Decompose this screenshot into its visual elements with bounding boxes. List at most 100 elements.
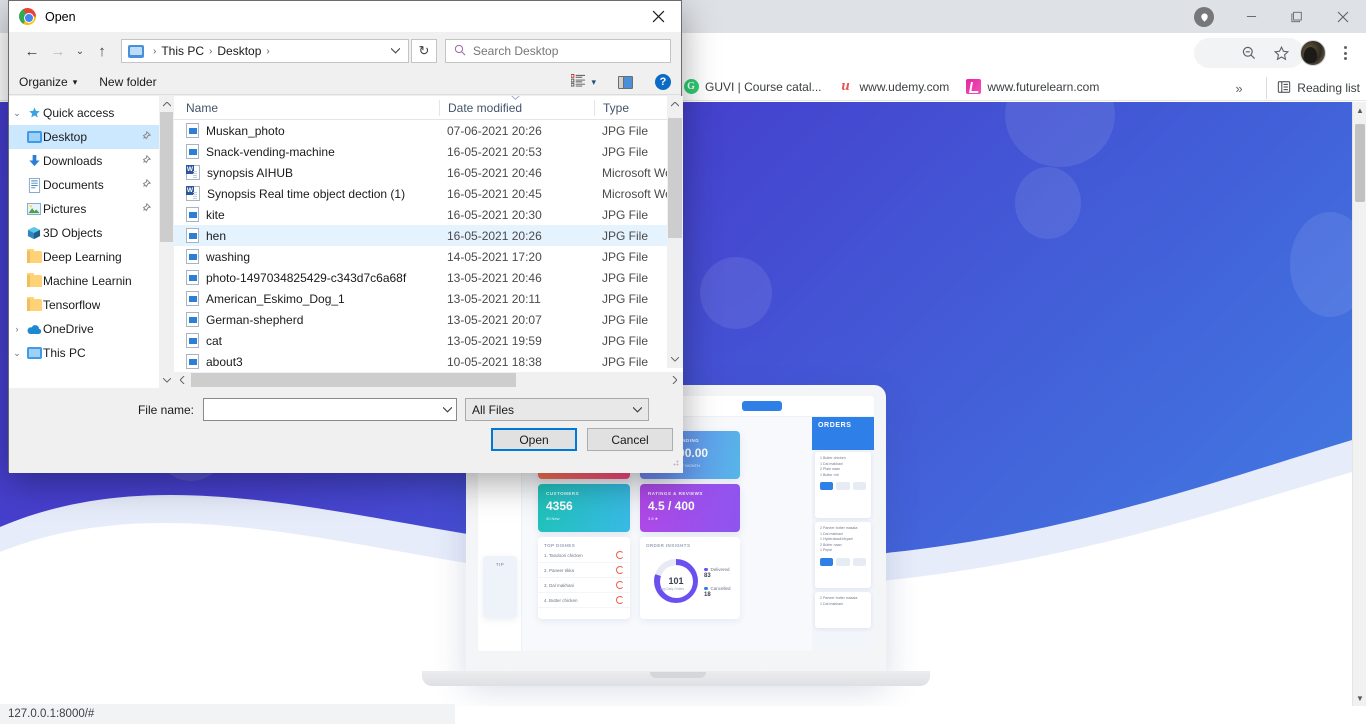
sidebar-item-3d-objects[interactable]: 3D Objects (9, 221, 159, 245)
bookmark-udemy[interactable]: u www.udemy.com (830, 75, 958, 99)
chevron-down-icon[interactable]: ⌄ (9, 348, 25, 359)
bookmarks-overflow-icon[interactable]: » (1228, 77, 1250, 99)
file-type-filter-select[interactable]: All Files (465, 398, 649, 421)
scroll-down-icon[interactable]: ▼ (1353, 690, 1366, 706)
page-vertical-scrollbar[interactable]: ▲ ▼ (1352, 102, 1366, 706)
order-card: 2 Paneer butter masala 1 Dal makhani (815, 592, 871, 628)
udemy-icon: u (838, 79, 854, 95)
breadcrumb-desktop[interactable]: Desktop (217, 44, 261, 58)
tip-label: TIP (495, 562, 505, 567)
open-button[interactable]: Open (491, 428, 577, 451)
sidebar-item-tensorflow[interactable]: Tensorflow (9, 293, 159, 317)
card-sub: 30 New (546, 516, 560, 521)
up-one-level-icon[interactable]: ↑ (89, 38, 115, 64)
close-icon[interactable] (1320, 0, 1366, 33)
file-name-cell: German-shepherd (174, 312, 439, 327)
scrollbar-thumb[interactable] (1355, 124, 1365, 202)
word-document-icon (186, 165, 200, 180)
scroll-down-icon[interactable] (667, 351, 683, 368)
view-options-button[interactable]: ▾ (571, 74, 596, 90)
back-icon[interactable]: ← (19, 38, 45, 64)
column-header-date-modified[interactable]: Date modified (439, 96, 594, 116)
preview-pane-icon[interactable] (618, 75, 633, 89)
pin-icon[interactable] (141, 202, 152, 216)
bookmark-futurelearn[interactable]: www.futurelearn.com (957, 75, 1107, 99)
sidebar-item-onedrive[interactable]: › OneDrive (9, 317, 159, 341)
table-row[interactable]: synopsis AIHUB16-05-2021 20:46Microsoft … (174, 162, 683, 183)
scrollbar-thumb[interactable] (191, 373, 516, 387)
pin-icon[interactable] (141, 178, 152, 192)
table-row[interactable]: Muskan_photo 07-06-2021 20:26 JPG File (174, 120, 683, 141)
table-row[interactable]: hen 16-05-2021 20:26 JPG File (174, 225, 683, 246)
sidebar-item-desktop[interactable]: Desktop (9, 125, 159, 149)
table-row[interactable]: photo-1497034825429-c343d7c6a68f 13-05-20… (174, 267, 683, 288)
file-list-horizontal-scrollbar[interactable] (174, 372, 683, 388)
sidebar-item-label: Documents (43, 178, 104, 192)
zoom-out-icon[interactable] (1234, 38, 1264, 68)
column-header-name[interactable]: Name (174, 101, 439, 115)
scroll-up-icon[interactable] (667, 96, 683, 113)
new-folder-button[interactable]: New folder (99, 75, 156, 89)
sidebar-item-machine-learning[interactable]: Machine Learnin (9, 269, 159, 293)
sidebar-item-deep-learning[interactable]: Deep Learning (9, 245, 159, 269)
chevron-down-icon[interactable] (442, 405, 453, 415)
profile-avatar[interactable] (1298, 38, 1328, 68)
table-row[interactable]: Snack-vending-machine 16-05-2021 20:53 JPG… (174, 141, 683, 162)
reading-list-button[interactable]: Reading list (1266, 77, 1360, 99)
scroll-left-icon[interactable] (174, 372, 191, 388)
sidebar-item-downloads[interactable]: Downloads (9, 149, 159, 173)
chevron-right-icon[interactable]: › (9, 324, 25, 334)
breadcrumb-this-pc[interactable]: This PC (161, 44, 204, 58)
scroll-up-icon[interactable]: ▲ (1353, 102, 1366, 118)
address-dropdown-icon[interactable] (390, 46, 404, 56)
help-icon[interactable]: ? (655, 74, 671, 90)
table-row[interactable]: American_Eskimo_Dog_1 13-05-2021 20:11 JPG… (174, 288, 683, 309)
chevron-down-icon[interactable] (632, 405, 643, 415)
monitor-icon (25, 131, 43, 143)
cancel-button[interactable]: Cancel (587, 428, 673, 451)
minimize-icon[interactable] (1228, 0, 1274, 33)
organize-button[interactable]: Organize ▾ (19, 75, 77, 89)
bookmark-star-icon[interactable] (1266, 38, 1296, 68)
sidebar-item-this-pc[interactable]: ⌄ This PC (9, 341, 159, 365)
scroll-down-icon[interactable] (159, 372, 174, 388)
dialog-close-icon[interactable] (635, 1, 681, 32)
maximize-icon[interactable] (1274, 0, 1320, 33)
laptop-notch (650, 672, 706, 678)
file-name-input[interactable] (203, 398, 457, 421)
refresh-icon[interactable]: ↻ (411, 39, 437, 63)
sidebar-item-label: Desktop (43, 130, 88, 144)
table-row[interactable]: German-shepherd 13-05-2021 20:07 JPG File (174, 309, 683, 330)
table-row[interactable]: washing 14-05-2021 17:20 JPG File (174, 246, 683, 267)
recent-locations-icon[interactable]: ⌄ (71, 38, 89, 64)
chrome-update-badge-icon[interactable] (1194, 7, 1214, 27)
pin-icon[interactable] (141, 130, 152, 144)
ring-icon (616, 551, 624, 559)
table-row[interactable]: about3 10-05-2021 18:38 JPG File (174, 351, 683, 372)
scrollbar-thumb[interactable] (160, 112, 173, 242)
sidebar-item-documents[interactable]: Documents (9, 173, 159, 197)
file-name-cell: kite (174, 207, 439, 222)
dashboard-orders-title: ORDERS (812, 417, 874, 450)
sidebar-item-pictures[interactable]: Pictures (9, 197, 159, 221)
forward-icon[interactable]: → (45, 38, 71, 64)
table-row[interactable]: kite 16-05-2021 20:30 JPG File (174, 204, 683, 225)
table-row[interactable]: Synopsis Real time object dection (1) 16-… (174, 183, 683, 204)
pin-icon[interactable] (141, 154, 152, 168)
bookmark-guvi[interactable]: G GUVI | Course catal... (675, 75, 830, 99)
search-desktop-input[interactable]: Search Desktop (445, 39, 671, 63)
file-list-vertical-scrollbar[interactable] (667, 96, 683, 368)
search-icon (454, 44, 466, 59)
resize-grip[interactable] (670, 460, 680, 470)
sidebar-item-quick-access[interactable]: ⌄ Quick access (9, 101, 159, 125)
sidebar-scrollbar[interactable] (159, 96, 174, 388)
scroll-right-icon[interactable] (666, 372, 683, 388)
file-date-cell: 07-06-2021 20:26 (447, 123, 542, 138)
scroll-up-icon[interactable] (159, 96, 174, 112)
table-row[interactable]: cat 13-05-2021 19:59 JPG File (174, 330, 683, 351)
legend-value: 18 (704, 592, 711, 598)
address-breadcrumb-bar[interactable]: › This PC › Desktop › (121, 39, 409, 63)
chevron-down-icon[interactable]: ⌄ (9, 108, 25, 119)
scrollbar-thumb[interactable] (668, 118, 682, 238)
chrome-menu-icon[interactable] (1330, 38, 1360, 68)
